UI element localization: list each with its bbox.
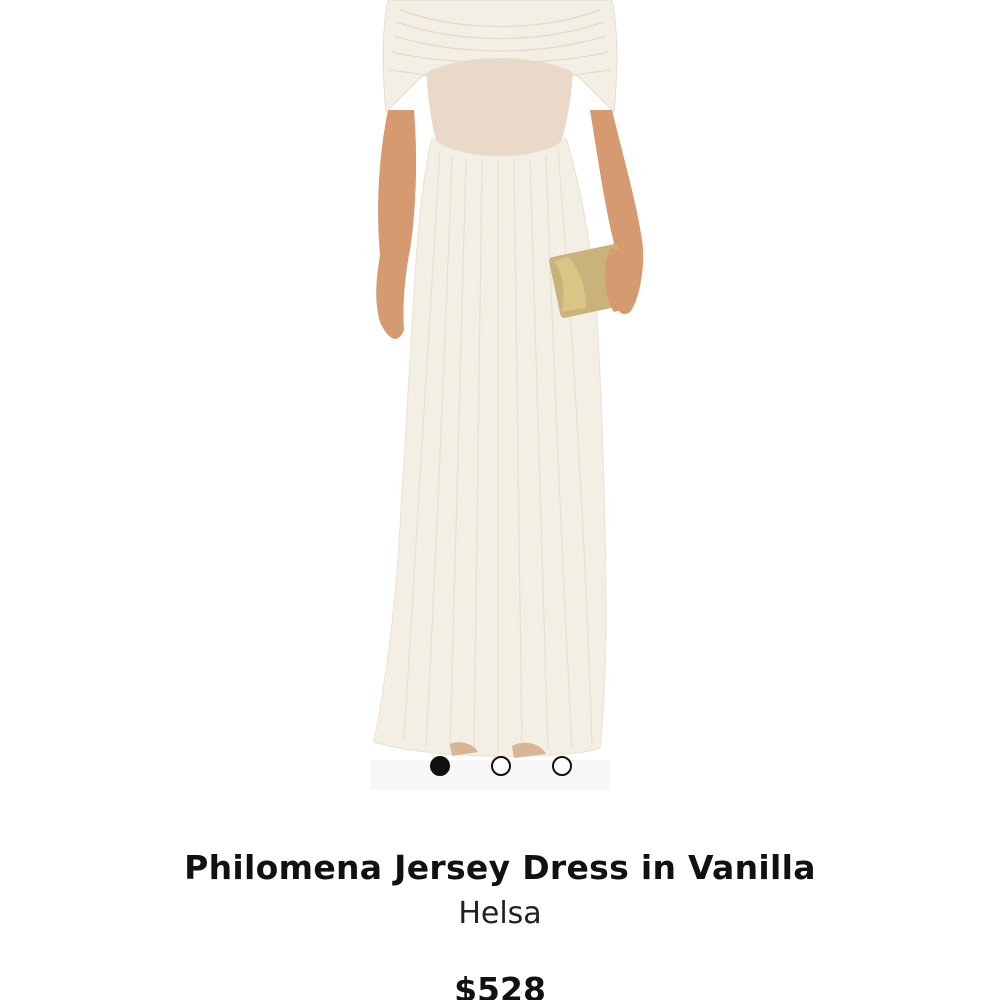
carousel-dot-2[interactable]: [491, 756, 511, 776]
dress-illustration: [300, 0, 700, 790]
brand-link[interactable]: Helsa: [0, 893, 1000, 935]
carousel-dot-3[interactable]: [552, 756, 572, 776]
image-carousel-dots: [0, 756, 1000, 778]
product-price: $528: [454, 970, 546, 1000]
carousel-dot-1[interactable]: [430, 756, 450, 776]
product-title: Philomena Jersey Dress in Vanilla: [184, 848, 816, 887]
product-page: Philomena Jersey Dress in Vanilla Helsa …: [0, 0, 1000, 1000]
product-image[interactable]: [300, 0, 700, 790]
